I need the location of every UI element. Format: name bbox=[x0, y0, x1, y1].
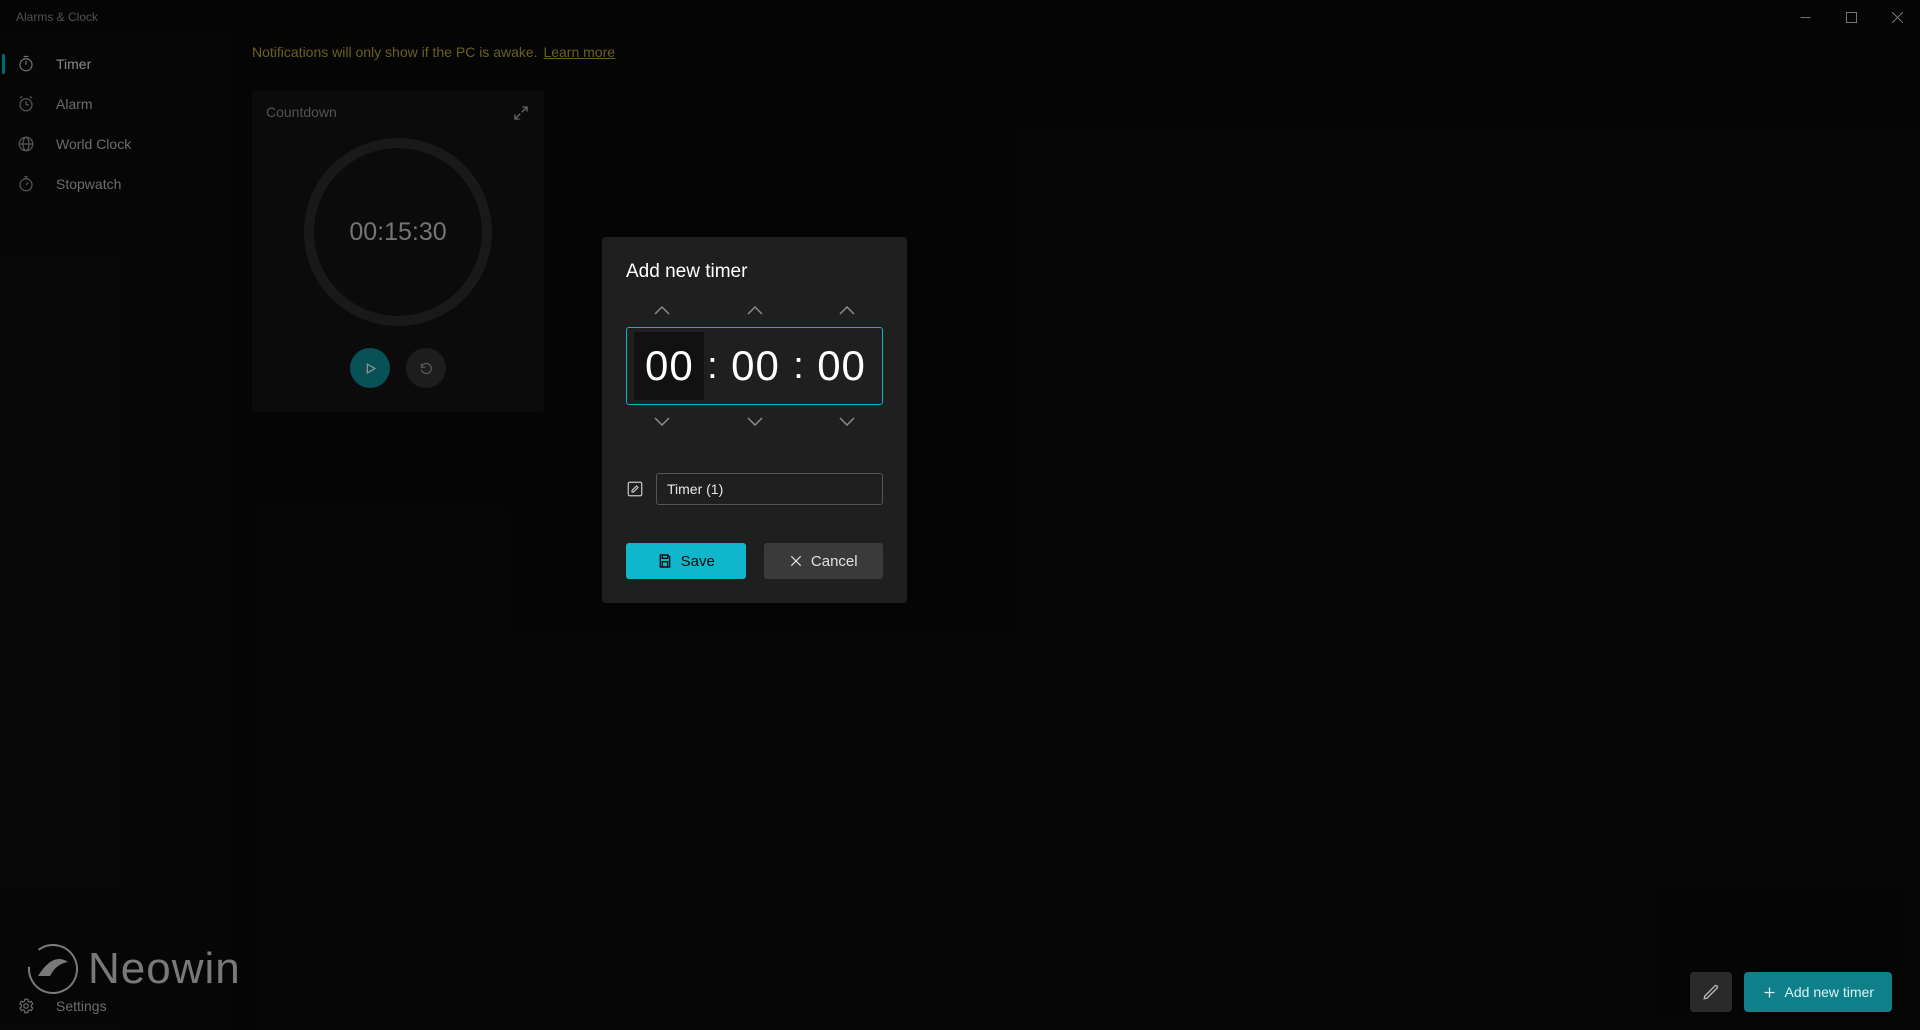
cancel-button[interactable]: Cancel bbox=[764, 543, 884, 579]
add-new-timer-button[interactable]: Add new timer bbox=[1744, 972, 1892, 1012]
separator: : bbox=[707, 345, 718, 388]
bottom-actions: Add new timer bbox=[1690, 972, 1892, 1012]
cancel-label: Cancel bbox=[811, 553, 858, 570]
separator: : bbox=[793, 345, 804, 388]
hours-up-button[interactable] bbox=[636, 301, 688, 321]
edit-timers-button[interactable] bbox=[1690, 972, 1732, 1012]
minutes-field[interactable]: 00 bbox=[720, 342, 790, 390]
minutes-down-button[interactable] bbox=[729, 411, 781, 431]
minutes-up-button[interactable] bbox=[729, 301, 781, 321]
watermark: Neowin bbox=[28, 944, 241, 994]
timer-name-input[interactable] bbox=[656, 473, 883, 505]
add-timer-dialog: Add new timer 00 : 00 : 00 Save Cancel bbox=[602, 237, 907, 603]
time-input[interactable]: 00 : 00 : 00 bbox=[626, 327, 883, 405]
save-button[interactable]: Save bbox=[626, 543, 746, 579]
watermark-text: Neowin bbox=[88, 944, 241, 994]
add-new-timer-label: Add new timer bbox=[1785, 984, 1874, 1000]
dialog-title: Add new timer bbox=[626, 261, 883, 283]
hours-field[interactable]: 00 bbox=[634, 332, 704, 400]
seconds-down-button[interactable] bbox=[821, 411, 873, 431]
save-label: Save bbox=[681, 553, 715, 570]
seconds-up-button[interactable] bbox=[821, 301, 873, 321]
hours-down-button[interactable] bbox=[636, 411, 688, 431]
edit-icon bbox=[626, 480, 644, 498]
seconds-field[interactable]: 00 bbox=[807, 342, 877, 390]
neowin-logo-icon bbox=[28, 944, 78, 994]
dialog-backdrop bbox=[0, 0, 1920, 1030]
